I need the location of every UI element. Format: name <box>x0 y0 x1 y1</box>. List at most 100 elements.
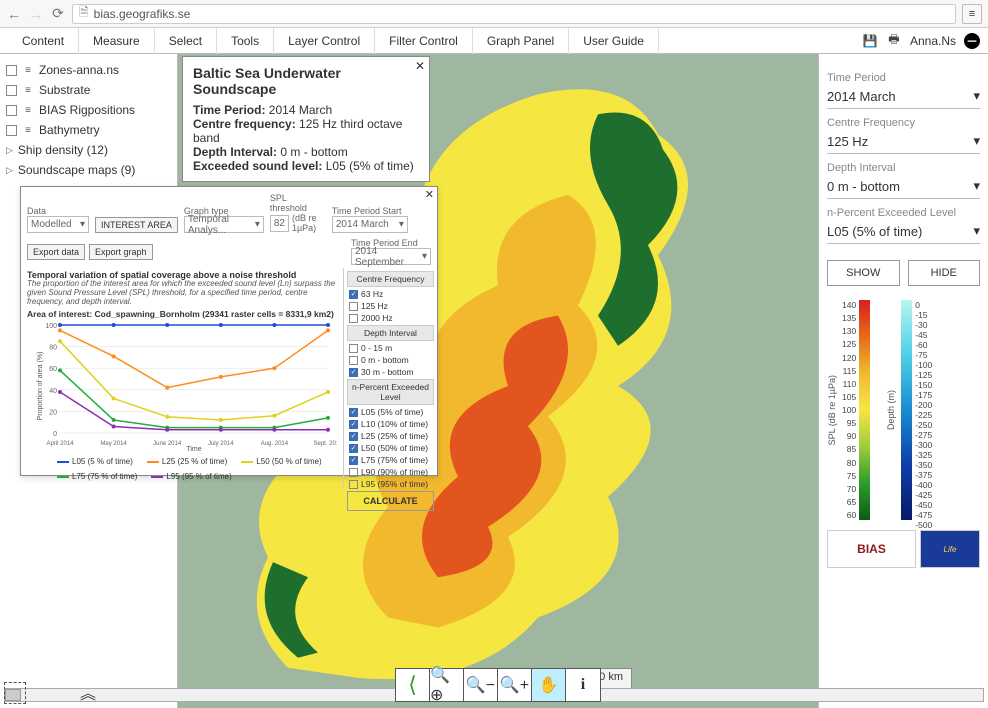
cf-header[interactable]: Centre Frequency <box>347 271 434 287</box>
map-toolbar: ⟨ 🔍⊕ 🔍− 🔍+ ✋ i <box>395 668 601 702</box>
menu-layer-control[interactable]: Layer Control <box>274 28 375 54</box>
di-30-bot[interactable]: ✓30 m - bottom <box>347 367 434 377</box>
di-0-15[interactable]: 0 - 15 m <box>347 343 434 353</box>
zoom-extent-icon[interactable]: 🔍⊕ <box>430 669 464 701</box>
calculate-button[interactable]: CALCULATE <box>347 491 434 511</box>
reload-icon[interactable]: ⟳ <box>50 6 66 22</box>
di-header[interactable]: Depth Interval <box>347 325 434 341</box>
svg-text:Aug. 2014: Aug. 2014 <box>261 441 289 447</box>
pan-tool-icon[interactable]: ✋ <box>532 669 566 701</box>
svg-text:0: 0 <box>53 431 57 438</box>
back-icon[interactable]: ← <box>6 6 22 22</box>
menu-content[interactable]: Content <box>8 28 79 54</box>
layer-sound[interactable]: ▷Soundscape maps (9) <box>4 160 173 180</box>
tps-select[interactable]: 2014 March▾ <box>332 216 408 233</box>
depth-scale: Depth (m) 0-15-30-45-60-75-100-125-150-1… <box>886 300 932 520</box>
svg-text:60: 60 <box>49 367 57 374</box>
np-l05[interactable]: ✓L05 (5% of time) <box>347 407 434 417</box>
np-label: n-Percent Exceeded Level <box>827 207 980 219</box>
right-panel: Time Period 2014 March▾ Centre Frequency… <box>818 54 988 708</box>
collapse-icon[interactable]: ︽ <box>80 680 96 704</box>
np-select[interactable]: L05 (5% of time)▾ <box>827 219 980 244</box>
svg-text:100: 100 <box>45 323 57 330</box>
svg-text:Sept. 2014: Sept. 2014 <box>313 441 337 447</box>
svg-text:July 2014: July 2014 <box>208 441 234 447</box>
page-icon: 🗎 <box>79 3 89 24</box>
di-select[interactable]: 0 m - bottom▾ <box>827 174 980 199</box>
layer-substrate[interactable]: ≡Substrate <box>4 80 173 100</box>
layer-style-icon: ≡ <box>22 104 34 116</box>
layer-style-icon: ≡ <box>22 124 34 136</box>
svg-text:June 2014: June 2014 <box>153 441 182 447</box>
zoom-out-icon[interactable]: 🔍− <box>464 669 498 701</box>
close-icon[interactable]: ✕ <box>425 188 434 201</box>
overview-icon[interactable] <box>4 682 26 704</box>
chevron-down-icon: ▾ <box>973 88 980 104</box>
chevron-down-icon: ▾ <box>973 133 980 149</box>
np-l50[interactable]: ✓L50 (50% of time) <box>347 443 434 453</box>
svg-text:May 2014: May 2014 <box>100 441 127 447</box>
spl-scale: SPL (dB re 1µPa) 14013513012512011511010… <box>827 300 870 520</box>
menu-graph-panel[interactable]: Graph Panel <box>473 28 569 54</box>
tpe-select[interactable]: 2014 September▾ <box>351 248 431 265</box>
address-bar[interactable]: 🗎bias.geografiks.se <box>72 4 956 24</box>
hide-button[interactable]: HIDE <box>908 260 981 286</box>
spl-input[interactable]: 82 <box>270 215 289 232</box>
data-select[interactable]: Modelled▾ <box>27 216 89 233</box>
zoom-in-icon[interactable]: 🔍+ <box>498 669 532 701</box>
export-graph-button[interactable]: Export graph <box>89 244 153 260</box>
di-0-bot[interactable]: 0 m - bottom <box>347 355 434 365</box>
bias-logo: BIAS <box>827 530 916 568</box>
menu-tools[interactable]: Tools <box>217 28 274 54</box>
expand-icon[interactable]: ▷ <box>6 145 13 156</box>
layer-bathy[interactable]: ≡Bathymetry <box>4 120 173 140</box>
username: Anna.Ns <box>910 34 956 48</box>
chevron-down-icon: ▾ <box>973 223 980 239</box>
cf-125[interactable]: 125 Hz <box>347 301 434 311</box>
cf-label: Centre Frequency <box>827 117 980 129</box>
close-icon[interactable]: ✕ <box>415 59 425 73</box>
browser-menu-icon[interactable]: ≡ <box>962 4 982 24</box>
expand-icon[interactable]: ▷ <box>6 165 13 176</box>
export-data-button[interactable]: Export data <box>27 244 85 260</box>
show-button[interactable]: SHOW <box>827 260 900 286</box>
menu-user-guide[interactable]: User Guide <box>569 28 659 54</box>
forward-icon[interactable]: → <box>28 6 44 22</box>
cf-63[interactable]: ✓63 Hz <box>347 289 434 299</box>
layer-rig[interactable]: ≡BIAS Rigpositions <box>4 100 173 120</box>
cf-select[interactable]: 125 Hz▾ <box>827 129 980 154</box>
np-l75[interactable]: ✓L75 (75% of time) <box>347 455 434 465</box>
svg-text:April 2014: April 2014 <box>46 441 74 447</box>
layer-ship[interactable]: ▷Ship density (12) <box>4 140 173 160</box>
graphtype-select[interactable]: Temporal Analys...▾ <box>184 216 264 233</box>
np-l25[interactable]: ✓L25 (25% of time) <box>347 431 434 441</box>
menu-filter-control[interactable]: Filter Control <box>375 28 473 54</box>
interest-area-button[interactable]: INTEREST AREA <box>95 217 178 233</box>
info-title: Baltic Sea Underwater Soundscape <box>193 65 419 97</box>
layer-style-icon: ≡ <box>22 84 34 96</box>
chevron-down-icon: ▾ <box>973 178 980 194</box>
di-label: Depth Interval <box>827 162 980 174</box>
np-l95[interactable]: L95 (95% of time) <box>347 479 434 489</box>
back-tool-icon[interactable]: ⟨ <box>396 669 430 701</box>
minus-icon[interactable]: − <box>964 33 980 49</box>
layer-zones[interactable]: ≡Zones-anna.ns <box>4 60 173 80</box>
save-icon[interactable]: 💾 <box>862 33 878 49</box>
info-tool-icon[interactable]: i <box>566 669 600 701</box>
np-header[interactable]: n-Percent Exceeded Level <box>347 379 434 405</box>
menu-measure[interactable]: Measure <box>79 28 155 54</box>
life-logo: Life <box>920 530 980 568</box>
cf-2000[interactable]: 2000 Hz <box>347 313 434 323</box>
svg-text:Time: Time <box>186 446 201 451</box>
svg-text:80: 80 <box>49 345 57 352</box>
layer-style-icon: ≡ <box>22 64 34 76</box>
tp-select[interactable]: 2014 March▾ <box>827 84 980 109</box>
map-info-card: ✕ Baltic Sea Underwater Soundscape Time … <box>182 56 430 182</box>
svg-text:Proportion of area (%): Proportion of area (%) <box>37 352 44 421</box>
tp-label: Time Period <box>827 72 980 84</box>
np-l10[interactable]: ✓L10 (10% of time) <box>347 419 434 429</box>
menu-select[interactable]: Select <box>155 28 217 54</box>
graph-panel: ✕ DataModelled▾ INTEREST AREA Graph type… <box>20 186 438 476</box>
np-l90[interactable]: L90 (90% of time) <box>347 467 434 477</box>
print-icon[interactable]: 🖶 <box>886 33 902 49</box>
